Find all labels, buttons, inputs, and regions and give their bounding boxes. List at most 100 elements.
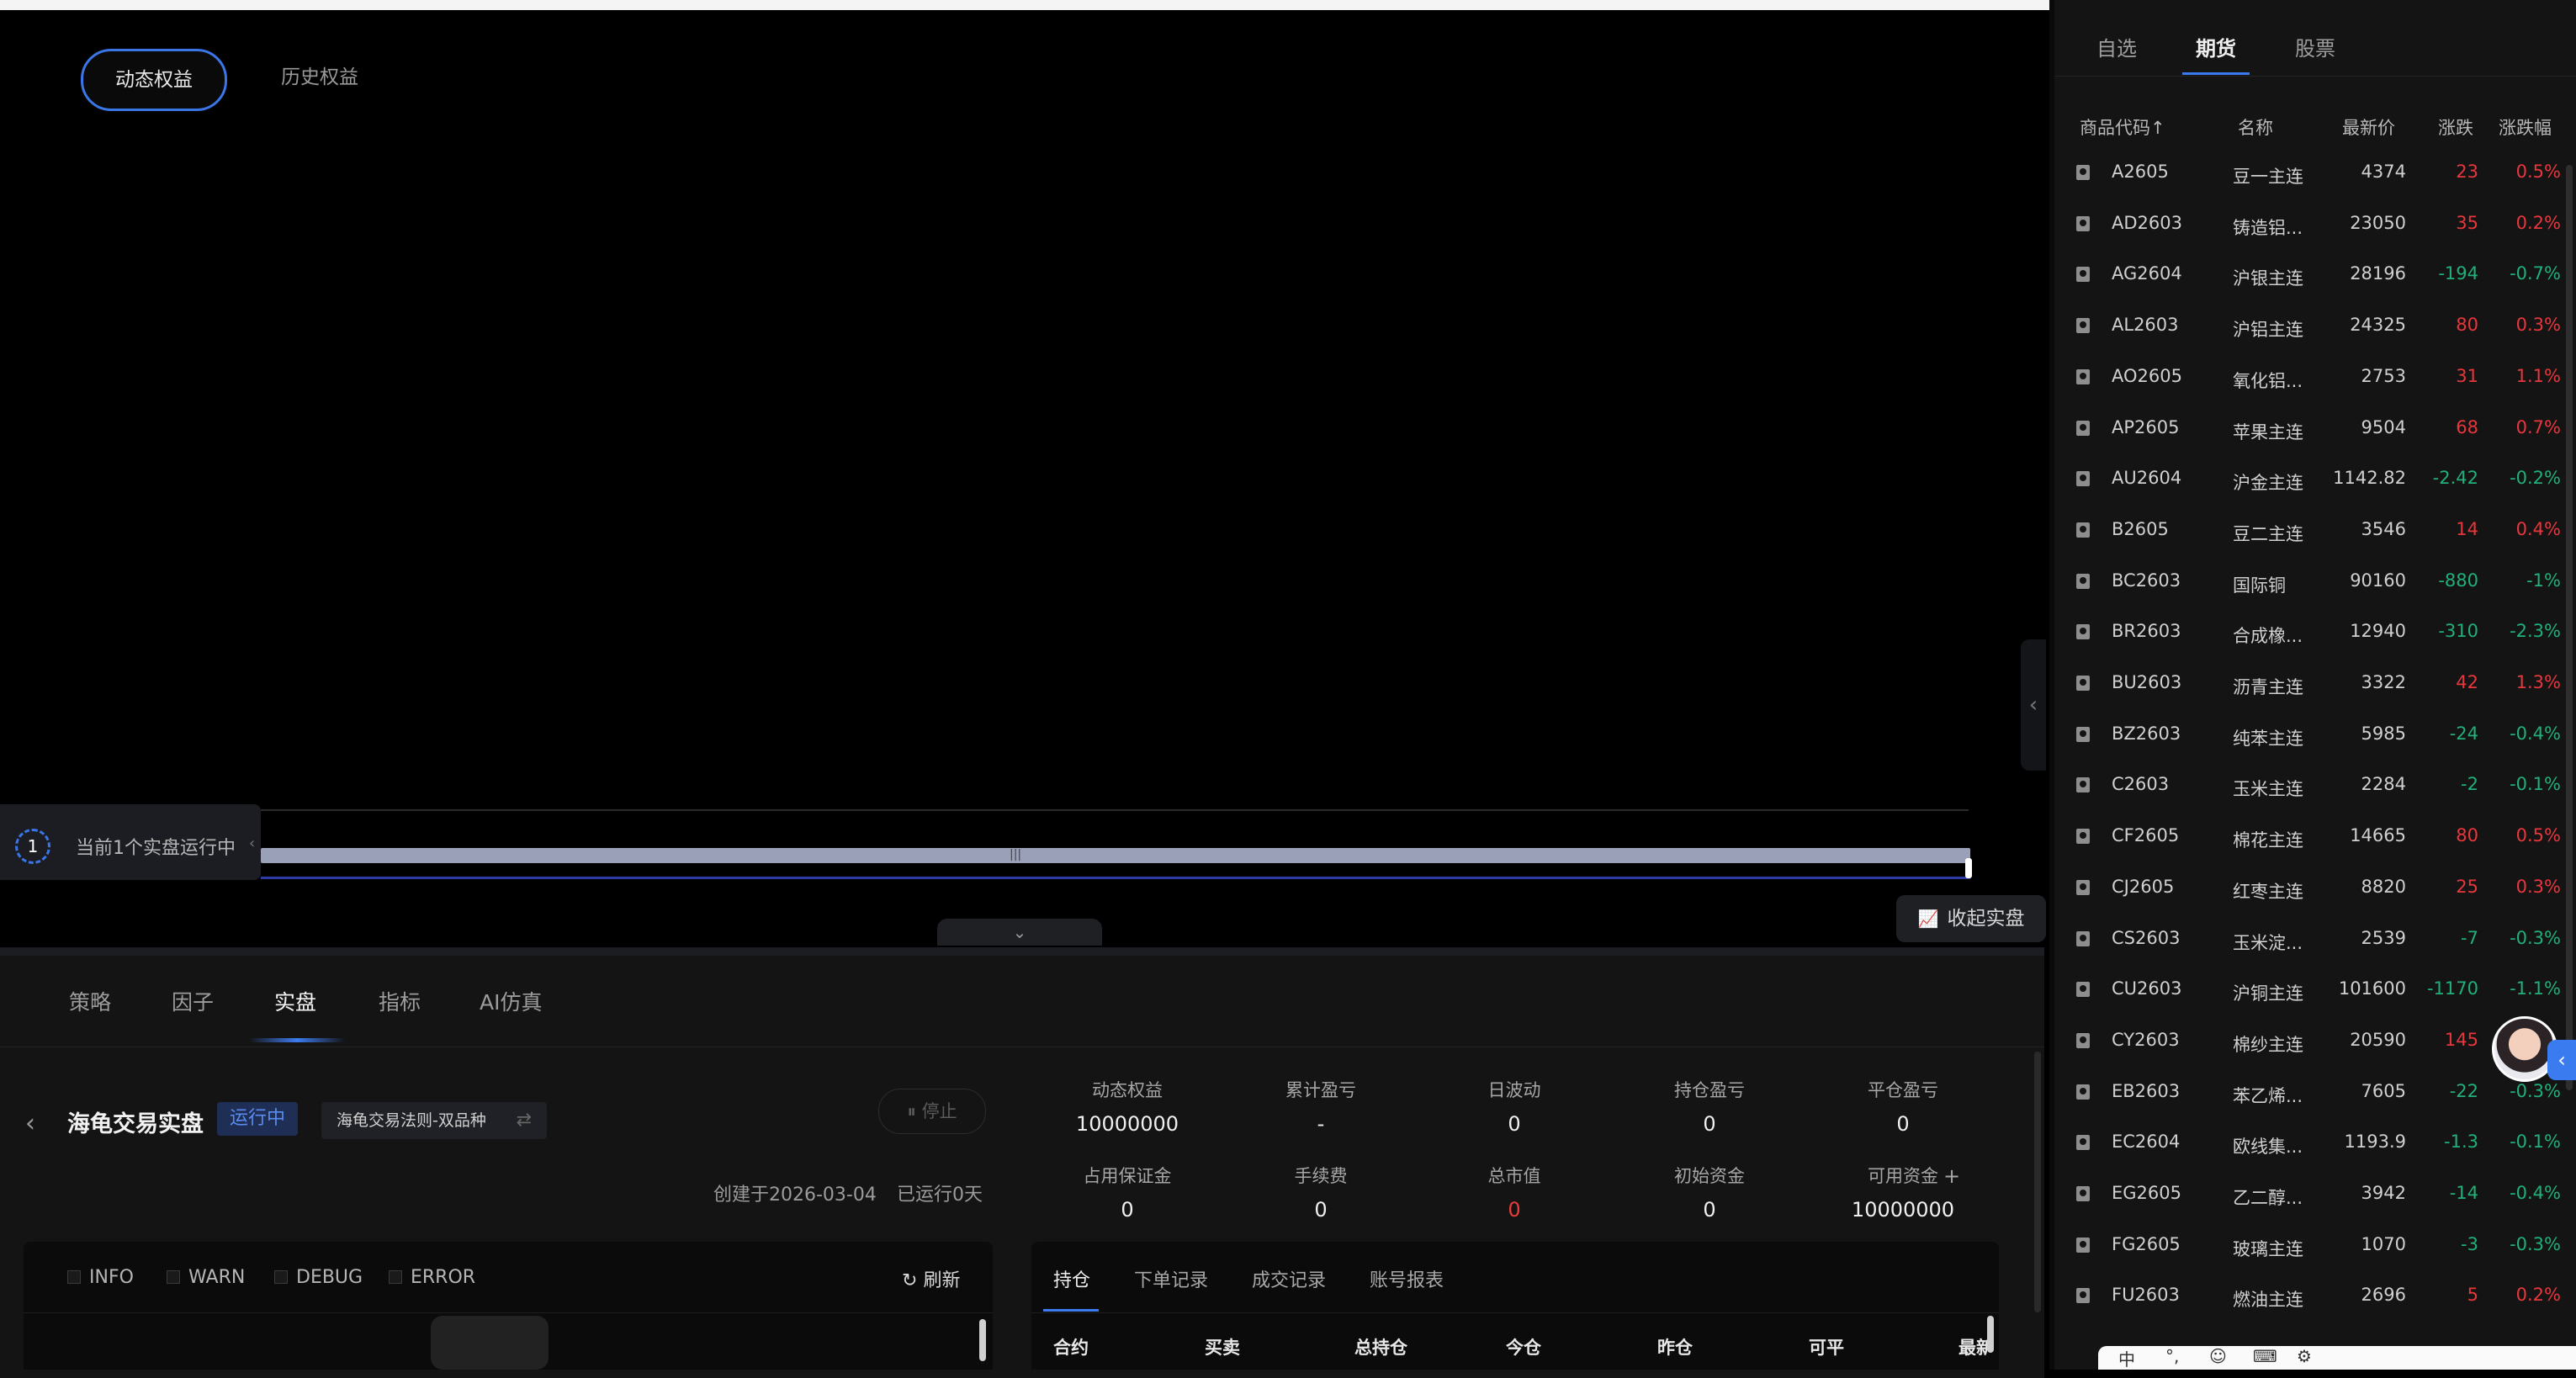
stop-button[interactable]: ⏸ 停止 [878,1089,986,1134]
chevron-left-icon[interactable]: ‹ [249,835,255,852]
bookmark-icon[interactable] [2076,215,2090,231]
watchlist-row[interactable]: AP2605 苹果主连 9504 68 0.7% [2054,405,2561,456]
bookmark-icon[interactable] [2076,267,2090,283]
bottom-panel-scrollbar[interactable] [2034,1052,2041,1312]
collapse-live-button[interactable]: 📈 收起实盘 [1896,895,2046,942]
watchlist-row[interactable]: BU2603 沥青主连 3322 42 1.3% [2054,660,2561,711]
tab-futures[interactable]: 期货 [2196,32,2236,61]
back-button[interactable]: ‹ [25,1109,35,1138]
log-filter-warn[interactable]: WARN [167,1267,245,1288]
watchlist-row[interactable]: BZ2603 纯苯主连 5985 -24 -0.4% [2054,712,2561,762]
column-header-price[interactable]: 最新价 [2342,114,2395,140]
log-filter-debug[interactable]: DEBUG [274,1267,363,1288]
strategy-select[interactable]: 海龟交易法则-双品种 ⇄ [321,1102,547,1139]
bookmark-icon[interactable] [2076,676,2090,691]
tab-dynamic-equity[interactable]: 动态权益 [81,49,227,111]
slider-grip-icon[interactable]: ||| [1010,848,1021,861]
tab-history-equity[interactable]: 历史权益 [249,49,390,106]
watchlist-row[interactable]: AL2603 沪铝主连 24325 80 0.3% [2054,303,2561,353]
bookmark-icon[interactable] [2076,726,2090,742]
timeline-right-handle[interactable] [1965,858,1972,878]
column-header[interactable]: 总持仓 [1354,1334,1407,1359]
column-header-change-pct[interactable]: 涨跌幅 [2499,114,2552,140]
watchlist-row[interactable]: CY2603 棉纱主连 20590 145 [2054,1018,2559,1068]
side-panel-toggle[interactable]: ‹ [2021,639,2046,771]
checkbox[interactable] [274,1270,288,1284]
bookmark-icon[interactable] [2076,573,2090,589]
bookmark-icon[interactable] [2076,522,2090,538]
bookmark-icon[interactable] [2076,1186,2090,1201]
expand-handle[interactable]: ⌄ [937,919,1102,946]
bookmark-icon[interactable] [2076,1084,2090,1100]
tab-factor[interactable]: 因子 [172,986,214,1016]
bookmark-icon[interactable] [2076,982,2090,998]
ime-mode-icon[interactable]: 中 [2118,1346,2135,1370]
watchlist-row[interactable]: EG2605 乙二醇... 3942 -14 -0.4% [2054,1171,2561,1222]
column-header[interactable]: 昨仓 [1657,1334,1693,1359]
watchlist-row[interactable]: BC2603 国际铜 90160 -880 -1% [2054,559,2561,609]
watchlist-row[interactable]: CS2603 玉米淀... 2539 -7 -0.3% [2054,916,2561,967]
bookmark-icon[interactable] [2076,165,2090,180]
log-filter-info[interactable]: INFO [67,1267,134,1288]
watchlist-row[interactable]: A2605 豆一主连 4374 23 0.5% [2054,150,2561,200]
timeline-range-slider[interactable] [261,848,1970,863]
bookmark-icon[interactable] [2076,624,2090,640]
column-header-code[interactable]: 商品代码↑ [2080,114,2165,140]
watchlist-row[interactable]: B2605 豆二主连 3546 14 0.4% [2054,507,2561,558]
checkbox[interactable] [67,1270,81,1284]
watchlist-row[interactable]: EB2603 苯乙烯... 7605 -22 -0.3% [2054,1069,2561,1120]
punctuation-icon[interactable]: °, [2165,1346,2179,1366]
tab-trade-records[interactable]: 成交记录 [1252,1265,1326,1292]
watchlist-row[interactable]: CJ2605 红枣主连 8820 25 0.3% [2054,865,2561,915]
watchlist-row[interactable]: FU2603 燃油主连 2696 5 0.2% [2054,1273,2561,1323]
column-header[interactable]: 今仓 [1506,1334,1541,1359]
tab-stocks[interactable]: 股票 [2295,32,2335,61]
emoji-icon[interactable]: ☺ [2209,1346,2227,1366]
bookmark-icon[interactable] [2076,777,2090,793]
column-header-change[interactable]: 涨跌 [2438,114,2473,140]
bookmark-icon[interactable] [2076,1032,2090,1048]
add-funds-icon[interactable]: + [1943,1164,1960,1188]
settings-icon[interactable]: ⚙ [2297,1346,2312,1366]
keyboard-icon[interactable]: ⌨ [2253,1346,2277,1366]
tab-favorites[interactable]: 自选 [2096,32,2137,61]
bookmark-icon[interactable] [2076,1135,2090,1151]
log-scrollbar[interactable] [979,1319,986,1361]
positions-scrollbar[interactable] [1987,1316,1994,1353]
bookmark-icon[interactable] [2076,930,2090,946]
tab-live[interactable]: 实盘 [274,986,316,1016]
watchlist-row[interactable]: AO2605 氧化铝... 2753 31 1.1% [2054,354,2561,405]
tab-indicator[interactable]: 指标 [379,986,421,1016]
bookmark-icon[interactable] [2076,368,2090,384]
bookmark-icon[interactable] [2076,829,2090,845]
column-header[interactable]: 买卖 [1205,1334,1240,1359]
bookmark-icon[interactable] [2076,1237,2090,1253]
column-header[interactable]: 最新 [1959,1334,1989,1359]
chevron-left-icon[interactable]: ‹ [2547,1040,2576,1080]
watchlist-scrollbar[interactable] [2566,165,2573,1090]
watchlist-row[interactable]: AU2604 沪金主连 1142.82 -2.42 -0.2% [2054,456,2561,506]
refresh-button[interactable]: ↻ 刷新 [902,1265,960,1292]
watchlist-row[interactable]: CU2603 沪铜主连 101600 -1170 -1.1% [2054,967,2561,1017]
watchlist-row[interactable]: BR2603 合成橡... 12940 -310 -2.3% [2054,609,2561,660]
log-filter-error[interactable]: ERROR [389,1267,475,1288]
watchlist-row[interactable]: FG2605 玻璃主连 1070 -3 -0.3% [2054,1222,2561,1273]
watchlist-row[interactable]: AG2604 沪银主连 28196 -194 -0.7% [2054,252,2561,302]
bookmark-icon[interactable] [2076,318,2090,334]
tab-strategy[interactable]: 策略 [69,986,111,1016]
tab-positions[interactable]: 持仓 [1053,1265,1090,1292]
bookmark-icon[interactable] [2076,879,2090,895]
watchlist-row[interactable]: EC2604 欧线集... 1193.9 -1.3 -0.1% [2054,1120,2561,1170]
bookmark-icon[interactable] [2076,420,2090,436]
tab-order-records[interactable]: 下单记录 [1134,1265,1208,1292]
bookmark-icon[interactable] [2076,1288,2090,1304]
checkbox[interactable] [167,1270,180,1284]
swap-icon[interactable]: ⇄ [517,1102,532,1139]
tab-account-report[interactable]: 账号报表 [1370,1265,1444,1292]
watchlist-row[interactable]: AD2603 铸造铝... 23050 35 0.2% [2054,201,2561,252]
bookmark-icon[interactable] [2076,471,2090,487]
tab-ai-sim[interactable]: AI仿真 [480,986,542,1016]
watchlist-row[interactable]: CF2605 棉花主连 14665 80 0.5% [2054,814,2561,864]
column-header-name[interactable]: 名称 [2238,114,2273,140]
column-header[interactable]: 合约 [1053,1334,1089,1359]
